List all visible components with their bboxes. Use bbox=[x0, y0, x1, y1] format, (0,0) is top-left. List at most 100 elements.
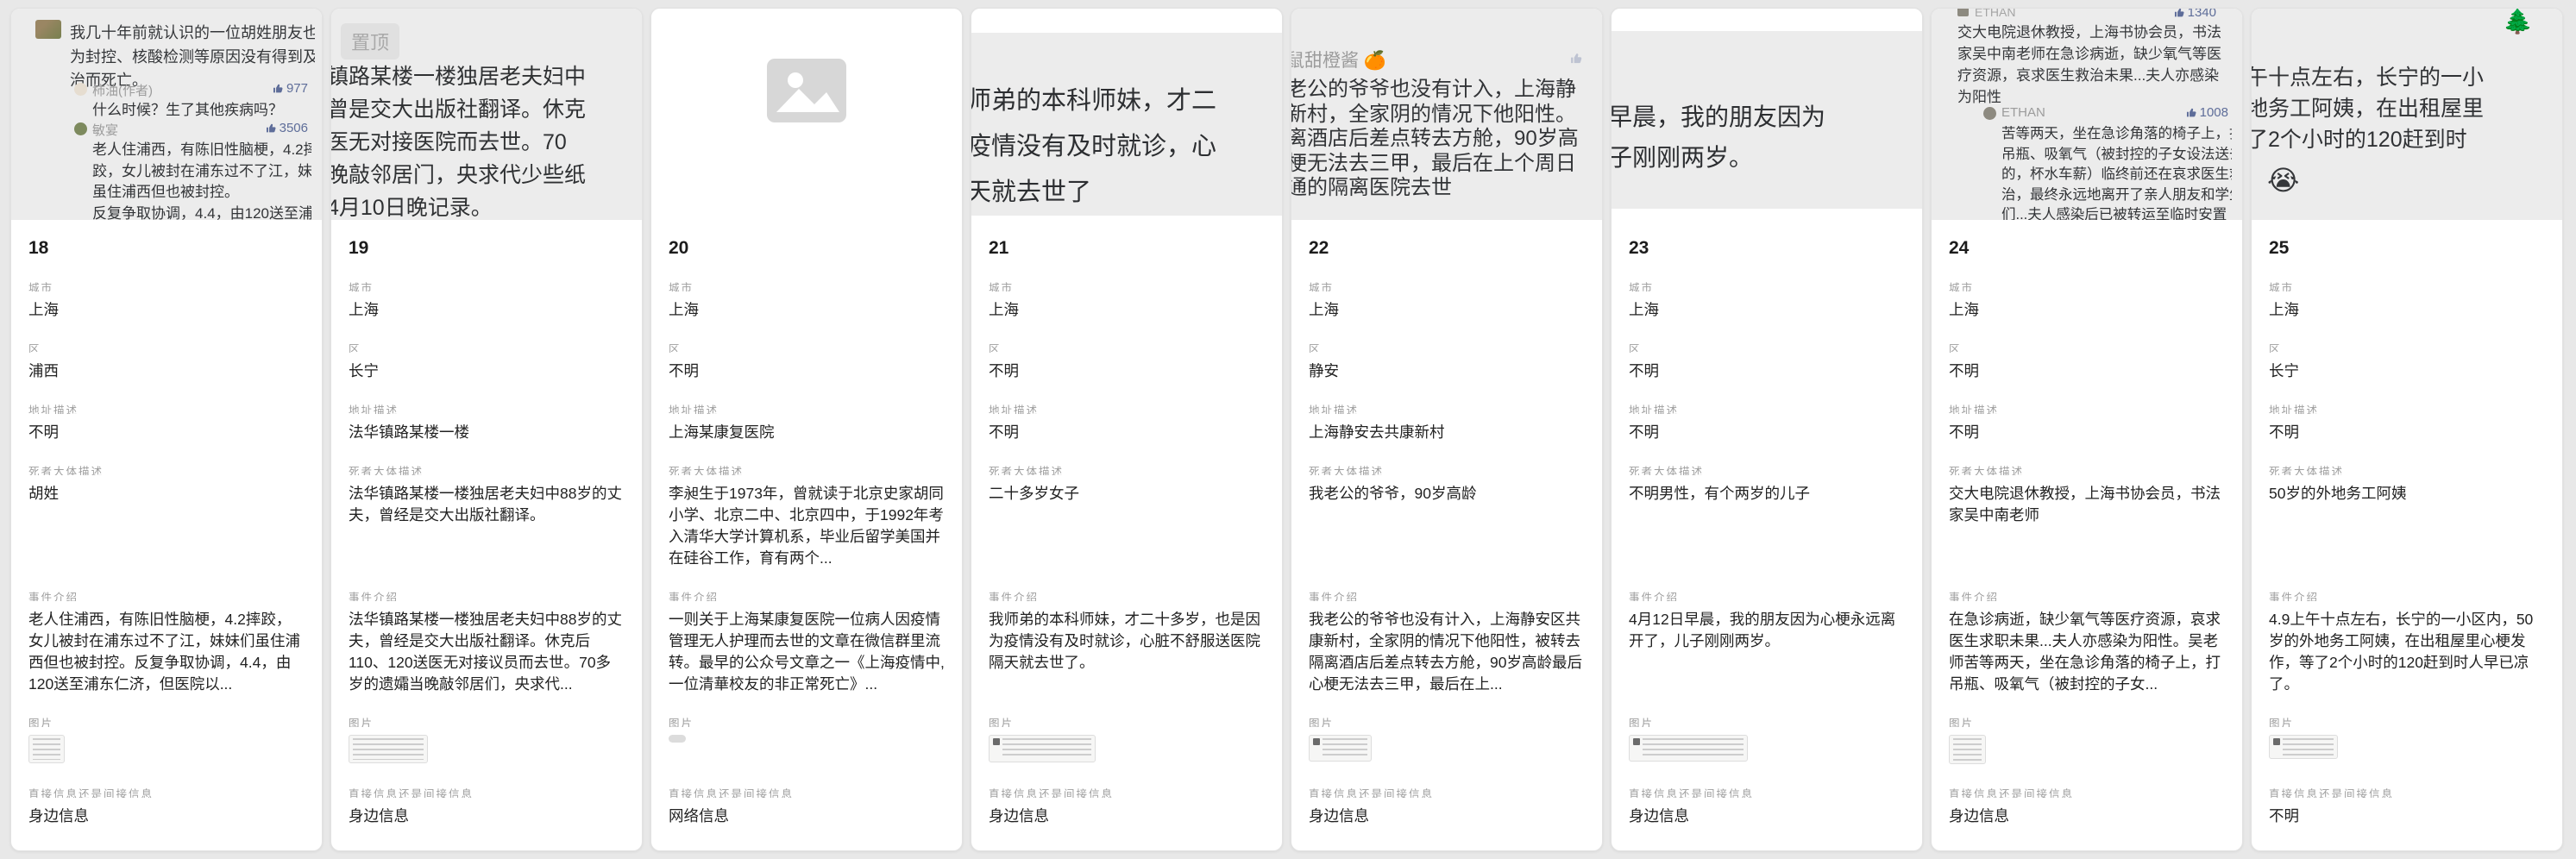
cover-text-line: 师弟的本科师妹，才二 bbox=[971, 78, 1277, 124]
field-direct-value: 身边信息 bbox=[1309, 806, 1585, 827]
field-city: 城市上海 bbox=[349, 279, 625, 321]
field-event-value: 在急诊病逝，缺少氧气等医疗资源，哀求医生求职未果...夫人亦感染为阳性。吴老师苦… bbox=[1949, 609, 2225, 695]
cover-text-line: 什么时候？生了其他疾病吗？ bbox=[92, 100, 311, 122]
attachment-thumbnail[interactable] bbox=[1949, 735, 1986, 764]
attachment-thumbnail[interactable] bbox=[1629, 735, 1748, 762]
field-address: 地址描述法华镇路某楼一楼 bbox=[349, 401, 625, 443]
thumbnail-avatar bbox=[1633, 738, 1640, 745]
comment-text: 什么时候？生了其他疾病吗？ bbox=[92, 100, 311, 122]
field-image: 图片 bbox=[28, 714, 305, 766]
thumbnail-text-lines bbox=[2283, 738, 2334, 756]
thumbnail-text-lines bbox=[33, 738, 60, 760]
post-avatar bbox=[1957, 9, 1969, 16]
field-deceased: 死者大体描述不明男性，有个两岁的儿子 bbox=[1629, 462, 1905, 569]
field-city-label: 城市 bbox=[28, 279, 305, 292]
thumbnail-avatar bbox=[2273, 738, 2280, 745]
card-body: 25城市上海区长宁地址描述不明死者大体描述50岁的外地务工阿姨事件介绍4.9上午… bbox=[2252, 220, 2562, 827]
field-address: 地址描述不明 bbox=[989, 401, 1265, 443]
thumbnail-text-lines bbox=[1002, 738, 1091, 759]
field-deceased: 死者大体描述50岁的外地务工阿姨 bbox=[2269, 462, 2545, 569]
field-district: 区不明 bbox=[1949, 340, 2225, 382]
field-city: 城市上海 bbox=[2269, 279, 2545, 321]
field-deceased: 死者大体描述胡姓 bbox=[28, 462, 305, 569]
field-city-value: 上海 bbox=[669, 299, 945, 321]
like-count: 1008 bbox=[2186, 105, 2228, 120]
field-district-value: 不明 bbox=[1629, 361, 1905, 382]
cover-text-line: 了2个小时的120赶到时 bbox=[2252, 124, 2562, 155]
record-card[interactable]: 置顶镇路某楼一楼独居老夫妇中曾是交大出版社翻译。休克医无对接医院而去世。70晚敲… bbox=[330, 8, 643, 851]
record-card[interactable]: 20城市上海区不明地址描述上海某康复医院死者大体描述李昶生于1973年，曾就读于… bbox=[650, 8, 963, 851]
field-direct-label: 直接信息还是间接信息 bbox=[349, 785, 625, 798]
record-card[interactable]: 鼠甜橙酱 🍊 老公的爷爷也没有计入，上海静新村，全家阴的情况下他阳性。离酒店后差点… bbox=[1291, 8, 1603, 851]
field-event-label: 事件介绍 bbox=[2269, 588, 2545, 601]
field-city-label: 城市 bbox=[1949, 279, 2225, 292]
field-image-label: 图片 bbox=[669, 714, 945, 727]
record-card[interactable]: 师弟的本科师妹，才二疫情没有及时就诊，心天就去世了21城市上海区不明地址描述不明… bbox=[971, 8, 1283, 851]
field-deceased-value: 胡姓 bbox=[28, 483, 305, 569]
field-event-label: 事件介绍 bbox=[669, 588, 945, 601]
field-direct-label: 直接信息还是间接信息 bbox=[1949, 785, 2225, 798]
field-event-label: 事件介绍 bbox=[1629, 588, 1905, 601]
thumb-up-icon bbox=[273, 83, 284, 94]
field-event-label: 事件介绍 bbox=[1309, 588, 1585, 601]
thumbnail-text-lines bbox=[1323, 738, 1367, 758]
field-city-label: 城市 bbox=[1309, 279, 1585, 292]
record-card[interactable]: 早晨，我的朋友因为子刚刚两岁。23城市上海区不明地址描述不明死者大体描述不明男性… bbox=[1611, 8, 1923, 851]
attachment-thumbnail[interactable] bbox=[989, 735, 1096, 762]
card-body: 22城市上海区静安地址描述上海静安去共康新村死者大体描述我老公的爷爷，90岁高龄… bbox=[1291, 220, 1602, 827]
attachment-zone bbox=[1309, 735, 1585, 766]
field-direct-value: 身边信息 bbox=[989, 806, 1265, 827]
attachment-thumbnail[interactable] bbox=[1309, 735, 1372, 762]
field-direct-value: 身边信息 bbox=[1629, 806, 1905, 827]
attachment-zone bbox=[28, 735, 305, 766]
record-card[interactable]: 我几十年前就认识的一位胡姓朋友也是因为封控、核酸检测等原因没有得到及时救治而死亡… bbox=[10, 8, 323, 851]
cover-text-line: 曾是交大出版社翻译。休克 bbox=[331, 93, 642, 126]
field-event: 事件介绍我老公的爷爷也没有计入，上海静安区共康新村，全家阴的情况下他阳性，被转去… bbox=[1309, 588, 1585, 695]
attachment-thumbnail[interactable] bbox=[669, 735, 686, 743]
card-cover-image: ETHAN1340交大电院退休教授，上海书协会员，书法家吴中南老师在急诊病逝，缺… bbox=[1932, 9, 2242, 220]
field-district-value: 长宁 bbox=[349, 361, 625, 382]
field-image: 图片 bbox=[1949, 714, 2225, 766]
record-card[interactable]: ETHAN1340交大电院退休教授，上海书协会员，书法家吴中南老师在急诊病逝，缺… bbox=[1931, 8, 2243, 851]
like-count: 1340 bbox=[2174, 9, 2216, 19]
field-district-label: 区 bbox=[349, 340, 625, 353]
field-district: 区浦西 bbox=[28, 340, 305, 382]
field-event-value: 4月12日早晨，我的朋友因为心梗永远离开了，儿子刚刚两岁。 bbox=[1629, 609, 1905, 695]
attachment-thumbnail[interactable] bbox=[349, 735, 428, 763]
cover-text-line: 为封控、核酸检测等原因没有得到及时救 bbox=[70, 46, 315, 70]
field-address-value: 不明 bbox=[1949, 422, 2225, 443]
post-author-row: ETHAN1340 bbox=[1957, 9, 2230, 19]
field-city-label: 城市 bbox=[349, 279, 625, 292]
record-card[interactable]: 🌲午十点左右，长宁的一小地务工阿姨，在出租屋里了2个小时的120赶到时😭25城市… bbox=[2251, 8, 2563, 851]
field-deceased-label: 死者大体描述 bbox=[1629, 462, 1905, 475]
field-district: 区长宁 bbox=[2269, 340, 2545, 382]
field-direct-value: 身边信息 bbox=[1949, 806, 2225, 827]
cover-text-line: 吊瓶、吸氧气（被封控的子女设法送去 bbox=[2001, 145, 2232, 166]
post-screenshot: 师弟的本科师妹，才二疫情没有及时就诊，心天就去世了 bbox=[971, 33, 1282, 216]
field-district-value: 长宁 bbox=[2269, 361, 2545, 382]
field-direct: 直接信息还是间接信息身边信息 bbox=[1629, 785, 1905, 827]
field-deceased-label: 死者大体描述 bbox=[989, 462, 1265, 475]
attachment-thumbnail[interactable] bbox=[2269, 735, 2338, 759]
cover-text-line: 虽住浦西但也被封控。 bbox=[92, 182, 311, 204]
card-cover-image: 鼠甜橙酱 🍊 老公的爷爷也没有计入，上海静新村，全家阴的情况下他阳性。离酒店后差点… bbox=[1291, 9, 1602, 220]
field-image-label: 图片 bbox=[1629, 714, 1905, 727]
tree-emoji: 🌲 bbox=[2503, 9, 2533, 35]
field-image-label: 图片 bbox=[989, 714, 1265, 727]
field-deceased-label: 死者大体描述 bbox=[1309, 462, 1585, 475]
field-event-value: 我师弟的本科师妹，才二十多岁，也是因为疫情没有及时就诊，心脏不舒服送医院隔天就去… bbox=[989, 609, 1265, 695]
field-deceased-value: 李昶生于1973年，曾就读于北京史家胡同小学、北京二中、北京四中，于1992年考… bbox=[669, 483, 945, 569]
field-deceased-label: 死者大体描述 bbox=[1949, 462, 2225, 475]
field-event-value: 一则关于上海某康复医院一位病人因疫情管理无人护理而去世的文章在微信群里流转。最早… bbox=[669, 609, 945, 695]
field-deceased-label: 死者大体描述 bbox=[349, 462, 625, 475]
field-district-label: 区 bbox=[1309, 340, 1585, 353]
attachment-thumbnail[interactable] bbox=[28, 735, 65, 763]
field-deceased: 死者大体描述交大电院退休教授，上海书协会员，书法家吴中南老师 bbox=[1949, 462, 2225, 569]
image-placeholder-icon bbox=[651, 59, 962, 122]
like-count: 977 bbox=[273, 81, 308, 96]
post-text: 早晨，我的朋友因为子刚刚两岁。 bbox=[1612, 97, 1922, 178]
field-address-label: 地址描述 bbox=[349, 401, 625, 414]
field-direct: 直接信息还是间接信息身边信息 bbox=[989, 785, 1265, 827]
post-text: 老公的爷爷也没有计入，上海静新村，全家阴的情况下他阳性。离酒店后差点转去方舱，9… bbox=[1291, 78, 1602, 201]
post-author-name: 鼠甜橙酱 🍊 bbox=[1291, 47, 1386, 72]
